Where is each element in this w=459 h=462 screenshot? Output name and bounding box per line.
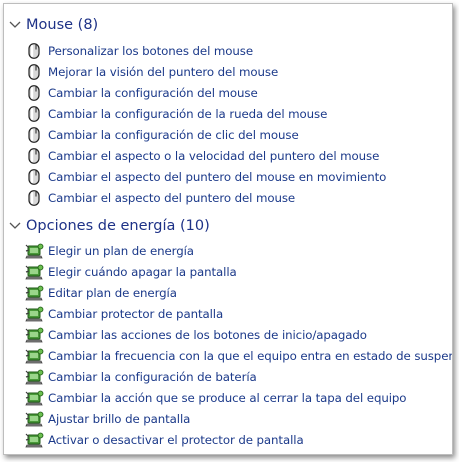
item-label: Elegir cuándo apagar la pantalla bbox=[48, 265, 237, 279]
item-label: Cambiar el aspecto o la velocidad del pu… bbox=[48, 149, 380, 163]
search-results-panel: Mouse (8) Personalizar los botones del m… bbox=[3, 3, 453, 455]
list-item[interactable]: Cambiar el aspecto o la velocidad del pu… bbox=[24, 146, 379, 166]
power-options-icon bbox=[24, 389, 44, 407]
power-options-icon bbox=[24, 326, 44, 344]
item-label: Activar o desactivar el protector de pan… bbox=[48, 433, 304, 447]
list-item[interactable]: Ajustar brillo de pantalla bbox=[24, 409, 190, 429]
list-item[interactable]: Activar o desactivar el protector de pan… bbox=[24, 430, 304, 450]
mouse-icon bbox=[24, 63, 44, 81]
mouse-icon bbox=[24, 189, 44, 207]
group-header-mouse[interactable]: Mouse (8) bbox=[4, 14, 98, 36]
power-options-icon bbox=[24, 284, 44, 302]
list-item[interactable]: Cambiar la frecuencia con la que el equi… bbox=[24, 346, 453, 366]
list-item[interactable]: Cambiar las acciones de los botones de i… bbox=[24, 325, 367, 345]
mouse-icon bbox=[24, 42, 44, 60]
list-item[interactable]: Elegir un plan de energía bbox=[24, 241, 194, 261]
power-options-icon bbox=[24, 368, 44, 386]
power-options-icon bbox=[24, 263, 44, 281]
power-options-icon bbox=[24, 305, 44, 323]
item-label: Cambiar la configuración de clic del mou… bbox=[48, 128, 299, 142]
power-options-icon bbox=[24, 242, 44, 260]
mouse-icon bbox=[24, 126, 44, 144]
item-label: Personalizar los botones del mouse bbox=[48, 44, 253, 58]
mouse-icon bbox=[24, 168, 44, 186]
power-options-icon bbox=[24, 410, 44, 428]
group-divider bbox=[210, 226, 442, 227]
group-header-power-options[interactable]: Opciones de energía (10) bbox=[4, 215, 210, 237]
item-label: Editar plan de energía bbox=[48, 286, 177, 300]
item-label: Cambiar la configuración de batería bbox=[48, 370, 257, 384]
item-label: Cambiar el aspecto del puntero del mouse bbox=[48, 191, 296, 205]
list-item[interactable]: Personalizar los botones del mouse bbox=[24, 41, 253, 61]
mouse-icon bbox=[24, 147, 44, 165]
item-label: Cambiar la configuración del mouse bbox=[48, 86, 258, 100]
chevron-down-icon[interactable] bbox=[4, 14, 26, 36]
chevron-down-icon[interactable] bbox=[4, 215, 26, 237]
list-item[interactable]: Cambiar la configuración de clic del mou… bbox=[24, 125, 299, 145]
list-item[interactable]: Mejorar la visión del puntero del mouse bbox=[24, 62, 278, 82]
group-divider bbox=[108, 25, 442, 26]
group-title: Mouse (8) bbox=[26, 17, 99, 33]
list-item[interactable]: Cambiar el aspecto del puntero del mouse… bbox=[24, 167, 386, 187]
list-item[interactable]: Elegir cuándo apagar la pantalla bbox=[24, 262, 237, 282]
item-label: Cambiar el aspecto del puntero del mouse… bbox=[48, 170, 387, 184]
list-item[interactable]: Cambiar la configuración de la rueda del… bbox=[24, 104, 327, 124]
item-label: Mejorar la visión del puntero del mouse bbox=[48, 65, 279, 79]
item-label: Cambiar la frecuencia con la que el equi… bbox=[48, 349, 453, 363]
item-label: Elegir un plan de energía bbox=[48, 244, 194, 258]
mouse-icon bbox=[24, 105, 44, 123]
list-item[interactable]: Cambiar el aspecto del puntero del mouse bbox=[24, 188, 295, 208]
list-item[interactable]: Cambiar la acción que se produce al cerr… bbox=[24, 388, 407, 408]
item-label: Cambiar la acción que se produce al cerr… bbox=[48, 391, 407, 405]
list-item[interactable]: Cambiar la configuración del mouse bbox=[24, 83, 258, 103]
list-item[interactable]: Editar plan de energía bbox=[24, 283, 177, 303]
list-item[interactable]: Cambiar la configuración de batería bbox=[24, 367, 257, 387]
item-label: Cambiar protector de pantalla bbox=[48, 307, 224, 321]
item-label: Ajustar brillo de pantalla bbox=[48, 412, 191, 426]
item-label: Cambiar la configuración de la rueda del… bbox=[48, 107, 328, 121]
power-options-icon bbox=[24, 347, 44, 365]
group-title: Opciones de energía (10) bbox=[26, 218, 210, 234]
mouse-icon bbox=[24, 84, 44, 102]
power-options-icon bbox=[24, 431, 44, 449]
item-label: Cambiar las acciones de los botones de i… bbox=[48, 328, 367, 342]
list-item[interactable]: Cambiar protector de pantalla bbox=[24, 304, 223, 324]
